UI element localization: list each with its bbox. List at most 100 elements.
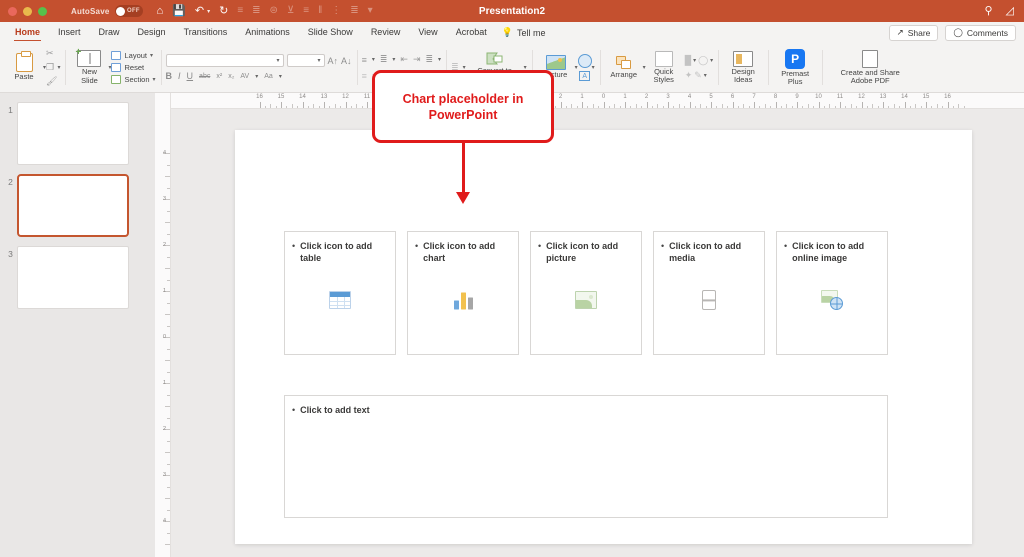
tell-me-search[interactable]: 💡 Tell me	[496, 27, 546, 38]
content-placeholder-picture[interactable]: • Click icon to add picture	[530, 231, 642, 355]
increase-indent-icon[interactable]: ⇥	[413, 54, 421, 65]
change-case-button[interactable]: Aa	[264, 73, 273, 80]
shape-outline-icon[interactable]: ◯	[698, 55, 708, 66]
design-ideas-button[interactable]: DesignIdeas	[723, 51, 763, 85]
tab-transitions[interactable]: Transitions	[175, 22, 237, 43]
premast-plus-button[interactable]: P PremastPlus	[773, 49, 817, 87]
content-placeholder-online-image[interactable]: • Click icon to add online image	[776, 231, 888, 355]
copy-dropdown-icon[interactable]: ▾	[57, 64, 60, 71]
home-icon[interactable]: ⌂	[157, 6, 164, 17]
character-spacing-dropdown-icon[interactable]: ▾	[255, 73, 258, 80]
ruler-tick-minor	[329, 106, 330, 109]
ruler-number: 12	[342, 94, 349, 100]
horizontal-ruler[interactable]: 1615141312111098765432101234567891011121…	[171, 93, 1024, 109]
section-dropdown-icon[interactable]: ▾	[153, 76, 156, 83]
more-commands-icon[interactable]: ▾	[368, 6, 373, 16]
underline-button[interactable]: U	[187, 71, 194, 81]
tab-draw[interactable]: Draw	[90, 22, 129, 43]
layout-dropdown-icon[interactable]: ▾	[150, 52, 153, 59]
section-button[interactable]: Section ▾	[111, 75, 155, 84]
tab-acrobat[interactable]: Acrobat	[447, 22, 496, 43]
undo-dropdown-icon[interactable]: ▾	[207, 8, 210, 15]
save-icon[interactable]: 💾	[172, 6, 186, 17]
line-spacing-dropdown-icon[interactable]: ▾	[438, 56, 441, 63]
font-name-dropdown-icon[interactable]: ▾	[277, 57, 280, 64]
slide-thumbnail-1[interactable]	[17, 102, 129, 165]
slide-editing-surface[interactable]: • Click icon to add table •	[235, 130, 972, 544]
ruler-number: 14	[901, 94, 908, 100]
autosave-toggle[interactable]: OFF	[115, 5, 143, 17]
body-text-placeholder[interactable]: • Click to add text	[284, 395, 888, 518]
subscript-button[interactable]: x₂	[228, 73, 234, 80]
reset-button[interactable]: Reset	[111, 63, 155, 72]
design-ideas-label-2: Ideas	[734, 75, 752, 84]
shape-fill-dropdown-icon[interactable]: ▾	[693, 57, 696, 64]
maximize-window-button[interactable]	[38, 7, 47, 16]
shape-effects-dropdown-icon[interactable]: ▾	[704, 72, 707, 79]
search-icon[interactable]: ⚲	[984, 6, 992, 17]
shrink-font-icon[interactable]: A↓	[341, 56, 352, 66]
tab-view[interactable]: View	[409, 22, 446, 43]
cut-icon[interactable]: ✂	[46, 48, 57, 59]
numbering-icon[interactable]: ≣	[380, 54, 388, 65]
undo-icon[interactable]: ↶	[195, 6, 204, 17]
tab-review[interactable]: Review	[362, 22, 410, 43]
ruler-tick-minor	[845, 106, 846, 109]
align-left-paragraph-icon[interactable]: ≡	[362, 71, 367, 81]
account-avatar-icon[interactable]: ◿	[1006, 6, 1014, 17]
chart-icon[interactable]	[452, 291, 474, 310]
shape-effects-icon[interactable]: ✦	[685, 70, 693, 81]
minimize-window-button[interactable]	[23, 7, 32, 16]
content-placeholder-media[interactable]: • Click icon to add media	[653, 231, 765, 355]
arrange-button[interactable]: Arrange	[605, 56, 643, 80]
table-icon[interactable]	[329, 291, 351, 309]
copy-icon[interactable]: ❐	[46, 62, 57, 73]
tab-animations[interactable]: Animations	[236, 22, 299, 43]
tab-home[interactable]: Home	[6, 22, 49, 43]
font-size-dropdown-icon[interactable]: ▾	[318, 57, 321, 64]
bold-button[interactable]: B	[166, 71, 173, 81]
numbering-dropdown-icon[interactable]: ▾	[392, 56, 395, 63]
comments-button[interactable]: ◯ Comments	[945, 25, 1016, 41]
strikethrough-button[interactable]: abc	[199, 73, 210, 80]
character-spacing-button[interactable]: AV	[240, 73, 249, 80]
shape-format-icon[interactable]: ✎	[694, 70, 702, 81]
bullets-dropdown-icon[interactable]: ▾	[372, 56, 375, 63]
slide-thumbnail-3[interactable]	[17, 246, 129, 309]
font-name-input[interactable]: ▾	[166, 54, 284, 67]
share-button[interactable]: ↗ Share	[889, 25, 939, 41]
bullets-icon[interactable]: ≡	[362, 55, 367, 65]
content-placeholder-table[interactable]: • Click icon to add table	[284, 231, 396, 355]
online-image-icon[interactable]	[820, 290, 844, 310]
tab-design[interactable]: Design	[129, 22, 175, 43]
paste-button[interactable]: Paste	[5, 53, 43, 82]
layout-button[interactable]: Layout ▾	[111, 51, 155, 60]
shape-outline-dropdown-icon[interactable]: ▾	[710, 57, 713, 64]
format-painter-icon[interactable]: 🖌	[46, 76, 57, 87]
grow-font-icon[interactable]: A↑	[328, 56, 339, 66]
change-case-dropdown-icon[interactable]: ▾	[279, 73, 282, 80]
text-box-icon[interactable]: A	[579, 71, 590, 81]
new-slide-button[interactable]: + NewSlide	[70, 50, 108, 85]
content-placeholder-chart[interactable]: • Click icon to add chart	[407, 231, 519, 355]
shape-fill-icon[interactable]: █	[685, 55, 691, 65]
vertical-ruler[interactable]: 432101234	[155, 93, 171, 557]
decrease-indent-icon[interactable]: ⇤	[400, 54, 408, 65]
tab-slide-show[interactable]: Slide Show	[299, 22, 362, 43]
quick-styles-button[interactable]: QuickStyles	[646, 51, 682, 85]
picture-icon[interactable]	[575, 291, 597, 309]
superscript-button[interactable]: x²	[216, 73, 222, 80]
tab-insert[interactable]: Insert	[49, 22, 90, 43]
redo-icon[interactable]: ↻	[219, 6, 228, 17]
line-spacing-icon[interactable]: ≣	[426, 54, 434, 65]
shapes-icon[interactable]	[578, 54, 592, 68]
media-icon[interactable]	[702, 290, 716, 310]
italic-button[interactable]: I	[178, 71, 181, 81]
font-size-input[interactable]: ▾	[287, 54, 325, 67]
shapes-dropdown-icon[interactable]: ▾	[592, 64, 595, 71]
create-share-adobe-pdf-button[interactable]: Create and ShareAdobe PDF	[827, 50, 913, 86]
autosave-control[interactable]: AutoSave OFF	[71, 5, 143, 17]
ruler-tick-minor	[722, 104, 723, 108]
slide-thumbnail-2[interactable]	[17, 174, 129, 237]
close-window-button[interactable]	[8, 7, 17, 16]
